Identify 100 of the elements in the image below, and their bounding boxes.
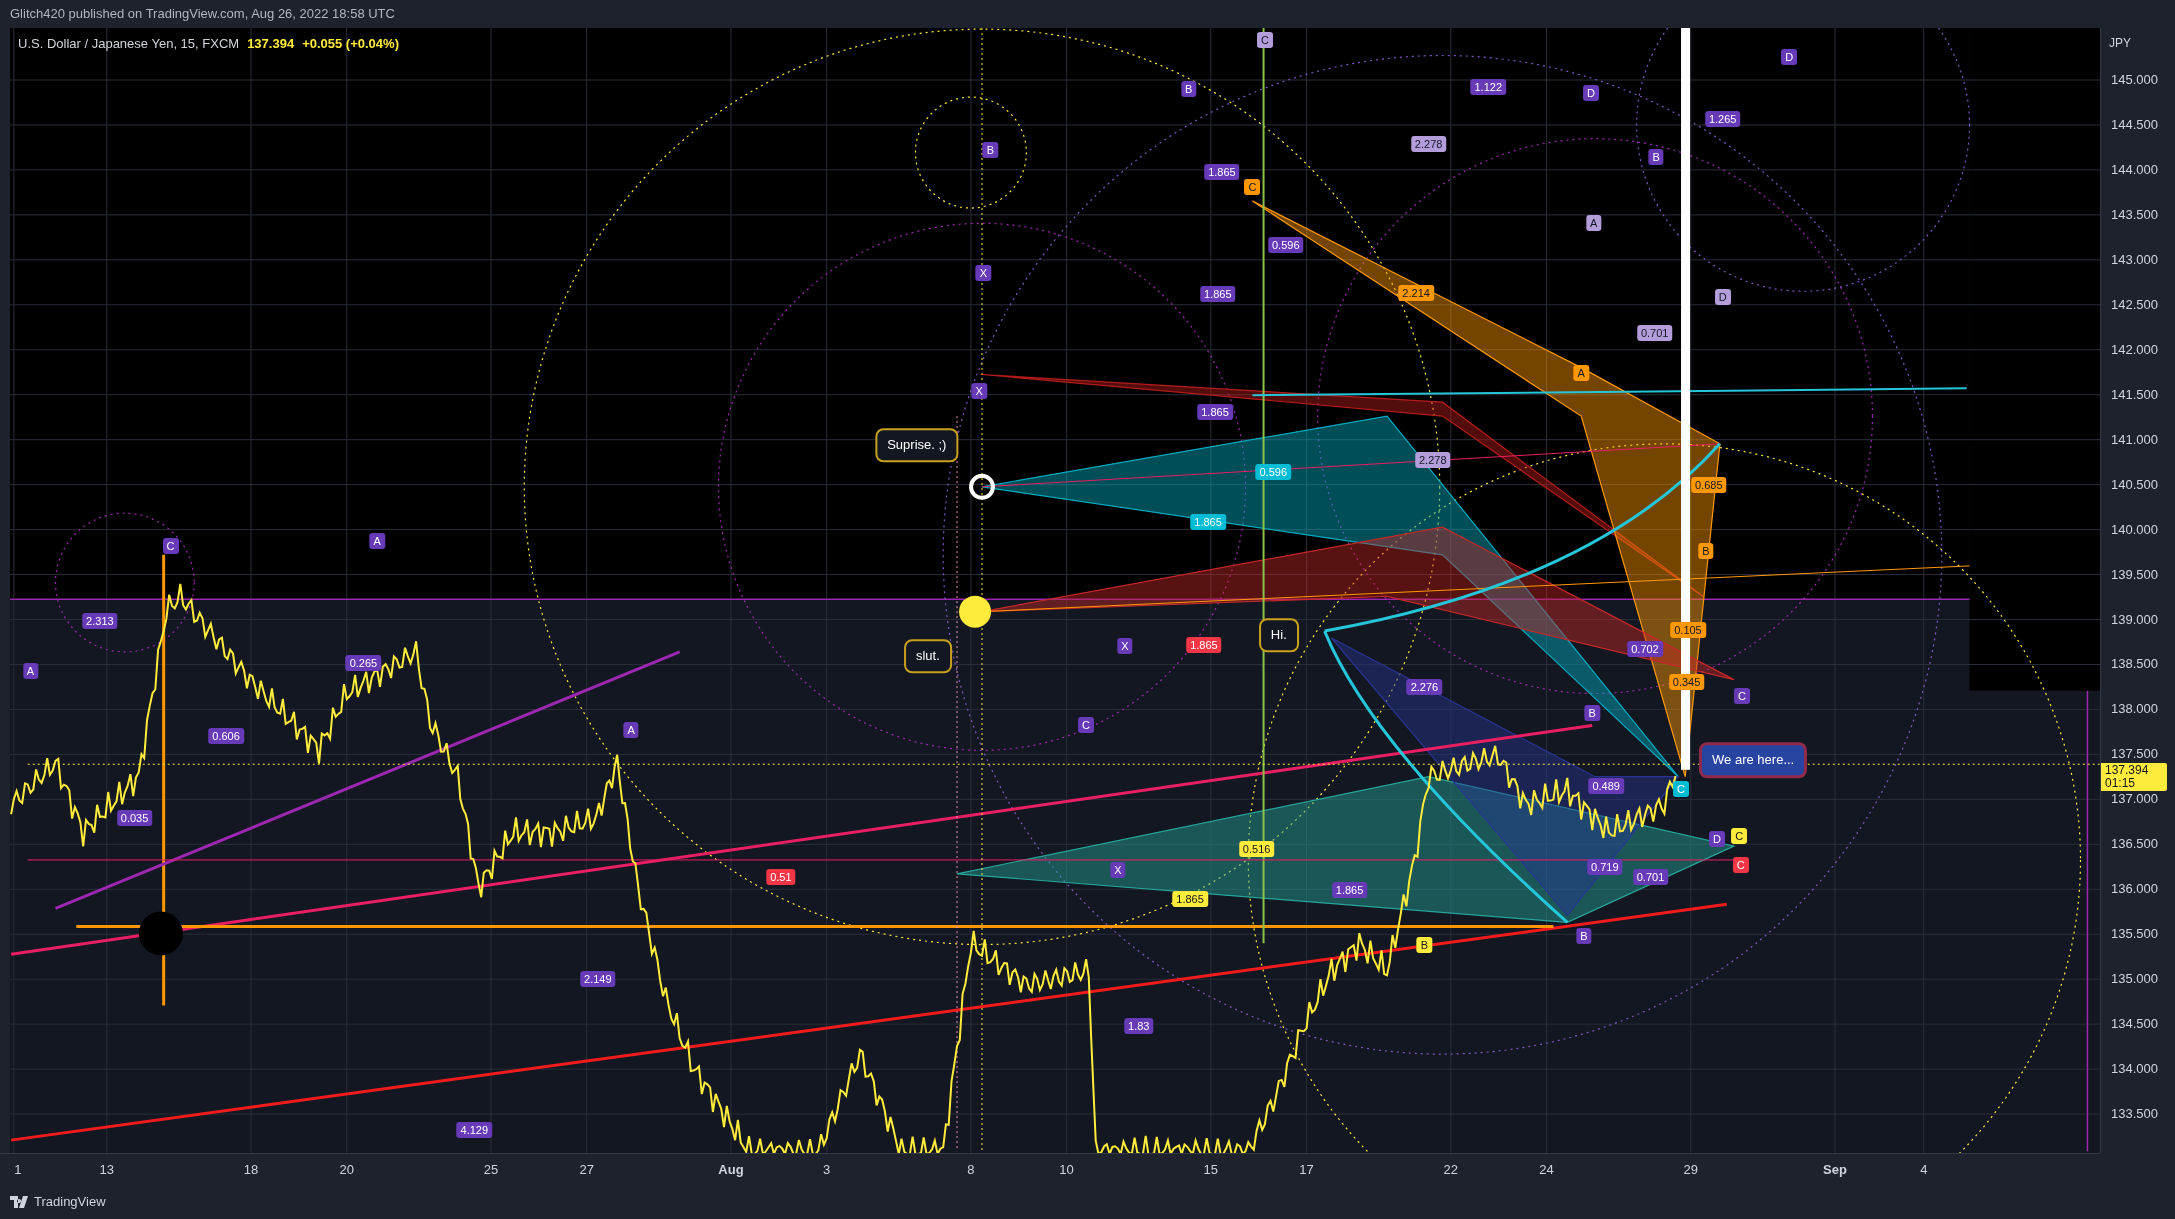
price-tick-label: 142.000 — [2111, 341, 2158, 359]
pattern-point-label: 1.865 — [1172, 890, 1208, 907]
time-tick-label: 3 — [823, 1161, 831, 1179]
pattern-point-label: 0.035 — [116, 810, 153, 827]
callout-note: Suprise. ;) — [875, 428, 959, 462]
time-tick-label: 1 — [14, 1161, 22, 1179]
price-tick-label: 140.000 — [2111, 520, 2158, 539]
pattern-point-label: A — [1573, 365, 1589, 382]
pattern-point-label: 0.606 — [208, 728, 244, 745]
price-tick-label: 137.500 — [2111, 745, 2158, 764]
time-tick-label: 25 — [483, 1161, 499, 1179]
time-tick-label: 22 — [1443, 1161, 1459, 1179]
pattern-point-label: 1.83 — [1124, 1018, 1154, 1035]
pattern-point-label: 0.596 — [1267, 237, 1304, 254]
pattern-point-label: A — [22, 663, 39, 680]
price-change: +0.055 (+0.04%) — [302, 35, 399, 53]
price-tick-label: 138.500 — [2111, 655, 2158, 674]
time-tick-label: 24 — [1539, 1161, 1554, 1179]
pattern-point-label: X — [971, 383, 987, 400]
pattern-point-label: 1.865 — [1186, 636, 1222, 653]
pattern-point-label: B — [1584, 704, 1600, 721]
pattern-point-label: C — [1732, 857, 1749, 874]
time-tick-label: 27 — [579, 1161, 594, 1179]
price-tick-label: 145.000 — [2111, 71, 2158, 90]
brand-name: TradingView — [34, 1193, 106, 1212]
pattern-point-label: 1.265 — [1704, 111, 1741, 128]
price-tick-label: 141.000 — [2111, 430, 2158, 449]
dot-marker — [959, 595, 992, 628]
circle-marker — [138, 911, 183, 956]
symbol-title: U.S. Dollar / Japanese Yen, 15, FXCM — [18, 35, 240, 53]
publisher-text: Glitch420 published on TradingView.com, Aug 26, 2022 18:58 UTC — [10, 5, 395, 24]
time-tick-label: 29 — [1683, 1161, 1698, 1179]
price-tick-label: 134.500 — [2111, 1015, 2158, 1034]
price-tick-label: 138.000 — [2111, 700, 2158, 719]
pattern-point-label: 0.701 — [1632, 868, 1669, 885]
pattern-point-label: 0.489 — [1588, 778, 1624, 795]
pattern-point-label: C — [1078, 717, 1094, 734]
ring-marker — [969, 473, 995, 500]
price-tick-label: 143.000 — [2111, 251, 2158, 270]
tradingview-logo-icon — [10, 1196, 30, 1208]
time-tick-label: 8 — [967, 1161, 975, 1179]
time-tick-label: Aug — [718, 1161, 744, 1179]
price-tick-label: 134.000 — [2111, 1060, 2158, 1079]
price-tick-label: 141.500 — [2111, 385, 2158, 404]
pattern-point-label: 0.516 — [1238, 840, 1275, 857]
pattern-point-label: X — [975, 265, 992, 282]
price-tick-label: 144.500 — [2111, 116, 2158, 135]
last-price: 137.394 — [247, 35, 295, 53]
pattern-point-label: 2.278 — [1415, 452, 1451, 469]
pattern-point-label: 0.702 — [1627, 641, 1663, 658]
price-tick-label: 139.000 — [2111, 610, 2158, 629]
price-tick-label: 135.500 — [2111, 925, 2158, 944]
time-tick-label: 18 — [243, 1161, 259, 1179]
pattern-point-label: 2.276 — [1406, 678, 1443, 695]
pattern-point-label: C — [1731, 828, 1748, 845]
price-tick-label: 142.500 — [2111, 296, 2158, 315]
callout-note: slut. — [903, 639, 952, 673]
callout-note: We are here... — [1699, 742, 1808, 778]
pattern-point-label: 0.265 — [345, 655, 382, 671]
pattern-point-label: B — [1416, 936, 1433, 953]
pattern-point-label: A — [623, 721, 639, 738]
price-tick-label: 136.000 — [2111, 880, 2158, 899]
pattern-point-label: 2.278 — [1410, 136, 1447, 153]
pattern-point-label: 1.122 — [1470, 79, 1506, 96]
pattern-point-label: 2.313 — [82, 613, 118, 630]
pattern-point-label: C — [1244, 179, 1261, 196]
price-tick-label: 140.500 — [2111, 475, 2158, 494]
currency-label: JPY — [2109, 35, 2131, 52]
time-axis[interactable]: 1 13 18 20 25 27 Aug 3 8 10 15 17 22 24 29 Sep 4 — [0, 1153, 2100, 1185]
pattern-point-label: 1.865 — [1331, 882, 1368, 899]
time-tick-label: 10 — [1059, 1161, 1074, 1179]
pattern-point-label: B — [1576, 928, 1592, 945]
pattern-point-label: 1.865 — [1200, 286, 1236, 303]
pattern-point-label: 4.129 — [456, 1122, 493, 1139]
pattern-point-label: 0.719 — [1587, 858, 1623, 875]
pattern-point-label: D — [1709, 831, 1726, 848]
price-tick-label: 139.500 — [2111, 565, 2158, 584]
pattern-point-label: 0.105 — [1670, 621, 1706, 638]
pattern-point-label: 2.149 — [580, 971, 616, 988]
time-tick-label: 17 — [1299, 1161, 1314, 1179]
last-price-tag: 137.394 01:15 — [2101, 762, 2167, 791]
price-tick-label: 143.500 — [2111, 206, 2158, 225]
price-tick-label: 136.500 — [2111, 835, 2158, 854]
pattern-point-label: X — [1117, 638, 1133, 655]
pattern-point-label: 0.685 — [1691, 477, 1727, 494]
pattern-point-label: 0.51 — [766, 868, 796, 885]
callout-note: Hi. — [1258, 618, 1299, 652]
pattern-point-label: C — [1673, 781, 1689, 798]
time-tick-label: Sep — [1823, 1161, 1847, 1179]
time-tick-label: 13 — [99, 1161, 115, 1179]
time-tick-label: 4 — [1920, 1161, 1928, 1179]
pattern-point-label: 0.345 — [1668, 674, 1705, 691]
pattern-point-label: X — [1110, 861, 1126, 878]
pattern-point-label: C — [1734, 688, 1751, 705]
price-tick-label: 144.000 — [2111, 161, 2158, 180]
time-tick-label: 15 — [1203, 1161, 1219, 1179]
time-tick-label: 20 — [339, 1161, 354, 1179]
price-tick-label: 137.000 — [2111, 790, 2158, 809]
price-tick-label: 135.000 — [2111, 970, 2158, 989]
price-tick-label: 133.500 — [2111, 1105, 2158, 1124]
